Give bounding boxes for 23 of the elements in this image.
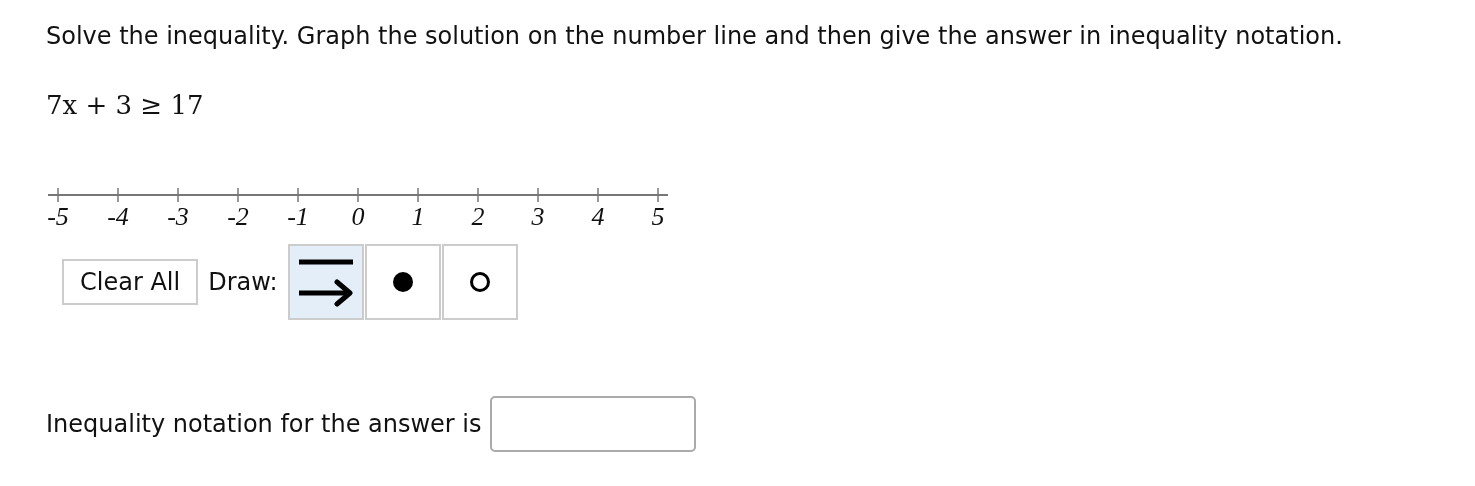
answer-label: Inequality notation for the answer is: [46, 410, 482, 438]
tick-label: -5: [47, 202, 69, 231]
clear-all-button[interactable]: Clear All: [62, 259, 199, 305]
open-dot-tool-button[interactable]: [441, 244, 518, 320]
filled-circle-icon: [391, 271, 414, 293]
ray-icon: [296, 257, 355, 307]
tick-label: 1: [411, 202, 425, 231]
tick-label: 4: [591, 202, 605, 231]
instruction-text: Solve the inequality. Graph the solution on the number line and then give the answer in inequality notation.: [46, 21, 1344, 52]
closed-dot-tool-button[interactable]: [364, 244, 441, 320]
tick-label: -4: [107, 202, 129, 231]
tick-label: 2: [471, 202, 485, 231]
tick-label: -3: [167, 202, 189, 231]
tick-label: 5: [651, 202, 665, 231]
ray-tool-button[interactable]: [287, 244, 364, 320]
inequality-equation: 7x + 3 ≥ 17: [46, 89, 205, 122]
open-circle-icon: [468, 271, 491, 293]
tick-label: -2: [227, 202, 249, 231]
tick-label: -1: [287, 202, 309, 231]
answer-field[interactable]: [489, 396, 696, 452]
draw-label: Draw:: [208, 268, 278, 296]
tick-label: 3: [531, 202, 545, 231]
tick-label: 0: [351, 202, 365, 231]
